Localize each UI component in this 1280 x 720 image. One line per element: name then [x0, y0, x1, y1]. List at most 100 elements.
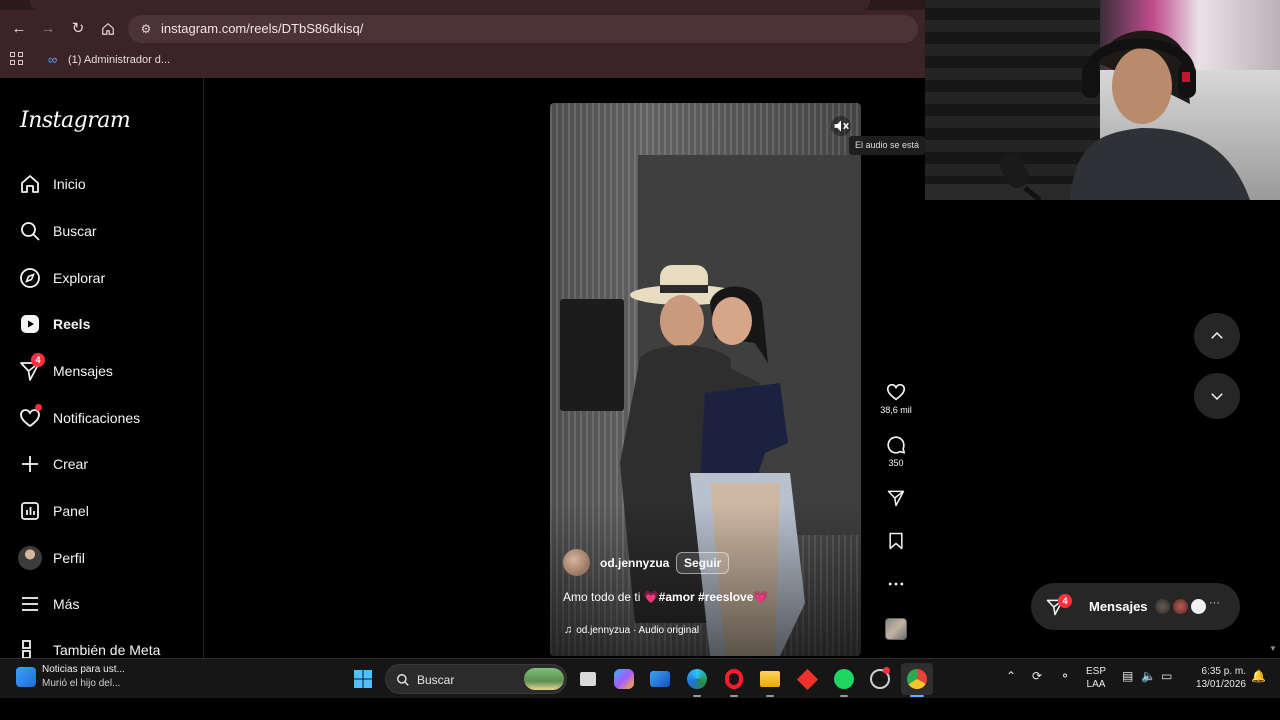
start-button[interactable] — [350, 666, 376, 692]
notification-dot — [35, 404, 42, 411]
avatar — [1189, 597, 1208, 616]
sidebar-item-explorar[interactable]: Explorar — [18, 264, 198, 292]
original-audio-thumbnail[interactable] — [885, 618, 907, 640]
file-explorer-icon[interactable] — [757, 666, 783, 692]
edge-icon[interactable] — [684, 666, 710, 692]
reel-author-username[interactable]: od.jennyzua — [600, 556, 669, 570]
volume-icon[interactable]: 🔈 — [1141, 669, 1156, 683]
bookmark-label: (1) Administrador d... — [68, 54, 171, 66]
next-reel-button[interactable] — [1194, 373, 1240, 419]
active-tab[interactable] — [30, 0, 870, 10]
app-red-icon[interactable] — [794, 666, 820, 692]
audio-toggle-button[interactable] — [830, 115, 852, 137]
news-widget-title[interactable]: Noticias para ust... — [42, 664, 125, 675]
spotify-icon[interactable] — [831, 666, 857, 692]
save-button[interactable] — [876, 531, 916, 551]
tray-overflow-icon[interactable]: ⌃ — [1006, 669, 1016, 683]
sidebar-item-perfil[interactable]: Perfil — [18, 544, 198, 572]
compass-icon — [20, 268, 40, 288]
site-info-icon[interactable]: ⚙ — [138, 21, 154, 37]
sidebar-item-notificaciones[interactable]: Notificaciones — [18, 404, 198, 432]
chrome-icon[interactable] — [904, 666, 930, 692]
follow-button[interactable]: Seguir — [676, 552, 730, 574]
system-clock[interactable]: 6:35 p. m. 13/01/2026 — [1186, 665, 1246, 691]
scrollbar-down-arrow[interactable]: ▼ — [1268, 644, 1278, 654]
search-highlight-art — [524, 668, 564, 690]
heart-icon — [886, 383, 906, 401]
mail-icon[interactable] — [647, 666, 673, 692]
network-icon[interactable]: ▤ — [1122, 669, 1133, 683]
messenger-icon-wrap: 4 — [18, 353, 45, 383]
sidebar-item-label: Reels — [53, 316, 91, 332]
battery-icon[interactable]: ▭ — [1161, 669, 1172, 683]
microphone-icon[interactable]: ⚬ — [1060, 669, 1070, 683]
messages-floating-button[interactable]: 4 Mensajes ··· — [1031, 583, 1240, 630]
bookmarks-bar: ∞ (1) Administrador d... — [0, 48, 925, 72]
task-view-icon[interactable] — [575, 666, 601, 692]
sidebar-item-label: Más — [53, 596, 80, 612]
audio-label: od.jennyzua · Audio original — [576, 624, 700, 636]
news-widget-icon[interactable] — [16, 667, 36, 687]
home-button[interactable] — [97, 18, 119, 40]
sidebar-item-label: Inicio — [53, 176, 86, 192]
comment-count: 350 — [888, 458, 904, 468]
more-options-button[interactable] — [876, 574, 916, 594]
sidebar-item-tambien-de-meta[interactable]: También de Meta — [18, 637, 198, 658]
running-indicator — [693, 695, 701, 697]
more-dots-icon — [888, 582, 904, 586]
heart-icon-wrap — [18, 404, 42, 430]
address-bar[interactable]: ⚙ instagram.com/reels/DTbS86dkisq/ — [128, 15, 918, 43]
sidebar-item-label: Notificaciones — [53, 410, 141, 426]
previous-reel-button[interactable] — [1194, 313, 1240, 359]
avatar — [18, 546, 42, 570]
comment-icon — [887, 436, 906, 454]
notification-center-icon[interactable]: 🔔 — [1251, 669, 1266, 683]
news-widget-subtitle[interactable]: Murió el hijo del... — [42, 678, 120, 689]
sidebar-item-mensajes[interactable]: 4 Mensajes — [18, 353, 198, 385]
chevron-down-icon — [1211, 393, 1223, 401]
caption-hashtags[interactable]: #amor #reeslove — [659, 590, 754, 604]
sidebar-item-crear[interactable]: Crear — [18, 450, 198, 478]
running-indicator-active — [910, 695, 924, 697]
more-dots-icon: ··· — [1209, 597, 1220, 609]
running-indicator — [840, 695, 848, 697]
sync-icon[interactable]: ⟳ — [1032, 669, 1042, 683]
taskbar-search-label: Buscar — [417, 673, 455, 687]
share-button[interactable] — [876, 488, 916, 508]
reload-button[interactable]: ↻ — [67, 18, 89, 40]
reel-audio-link[interactable]: ♫ od.jennyzua · Audio original — [564, 620, 699, 640]
apps-grid-icon[interactable] — [10, 52, 24, 66]
comment-button[interactable]: 350 — [876, 434, 916, 468]
sidebar-item-mas[interactable]: Más — [18, 590, 198, 618]
bookmark-meta-admin[interactable]: ∞ (1) Administrador d... — [48, 51, 170, 69]
sidebar-item-label: Mensajes — [53, 363, 113, 379]
forward-button[interactable]: → — [37, 18, 59, 40]
windows-logo-icon — [354, 670, 372, 688]
messages-badge: 4 — [1058, 594, 1072, 608]
reel-video[interactable]: od.jennyzua Seguir Amo todo de ti 💗#amor… — [550, 103, 861, 656]
sidebar-item-buscar[interactable]: Buscar — [18, 217, 198, 245]
reel-author-avatar[interactable] — [563, 549, 590, 576]
sidebar-item-inicio[interactable]: Inicio — [18, 170, 198, 198]
app-chart-icon[interactable] — [867, 666, 893, 692]
input-language-indicator[interactable]: ESP LAA — [1086, 665, 1106, 691]
opera-icon[interactable] — [721, 666, 747, 692]
instagram-logo[interactable]: Instagram — [20, 108, 131, 133]
copilot-icon[interactable] — [611, 666, 637, 692]
sidebar-item-panel[interactable]: Panel — [18, 497, 198, 525]
meta-logo-icon: ∞ — [48, 52, 58, 67]
sidebar-item-label: Explorar — [53, 270, 106, 286]
sidebar-item-reels[interactable]: Reels — [18, 310, 198, 338]
bookmark-icon — [889, 532, 903, 550]
back-button[interactable]: ← — [8, 18, 30, 40]
caption-text: Amo todo de ti — [563, 590, 644, 604]
browser-chrome: ← → ↻ ⚙ instagram.com/reels/DTbS86dkisq/… — [0, 0, 925, 78]
like-count: 38,6 mil — [880, 405, 912, 415]
caption-heart-emoji: 💗 — [753, 590, 769, 604]
taskbar-search[interactable]: Buscar — [385, 664, 567, 694]
share-icon — [887, 490, 905, 507]
sidebar-item-label: Buscar — [53, 223, 97, 239]
meta-apps-icon — [22, 640, 31, 658]
like-button[interactable]: 38,6 mil — [876, 381, 916, 415]
url-text: instagram.com/reels/DTbS86dkisq/ — [161, 21, 364, 36]
